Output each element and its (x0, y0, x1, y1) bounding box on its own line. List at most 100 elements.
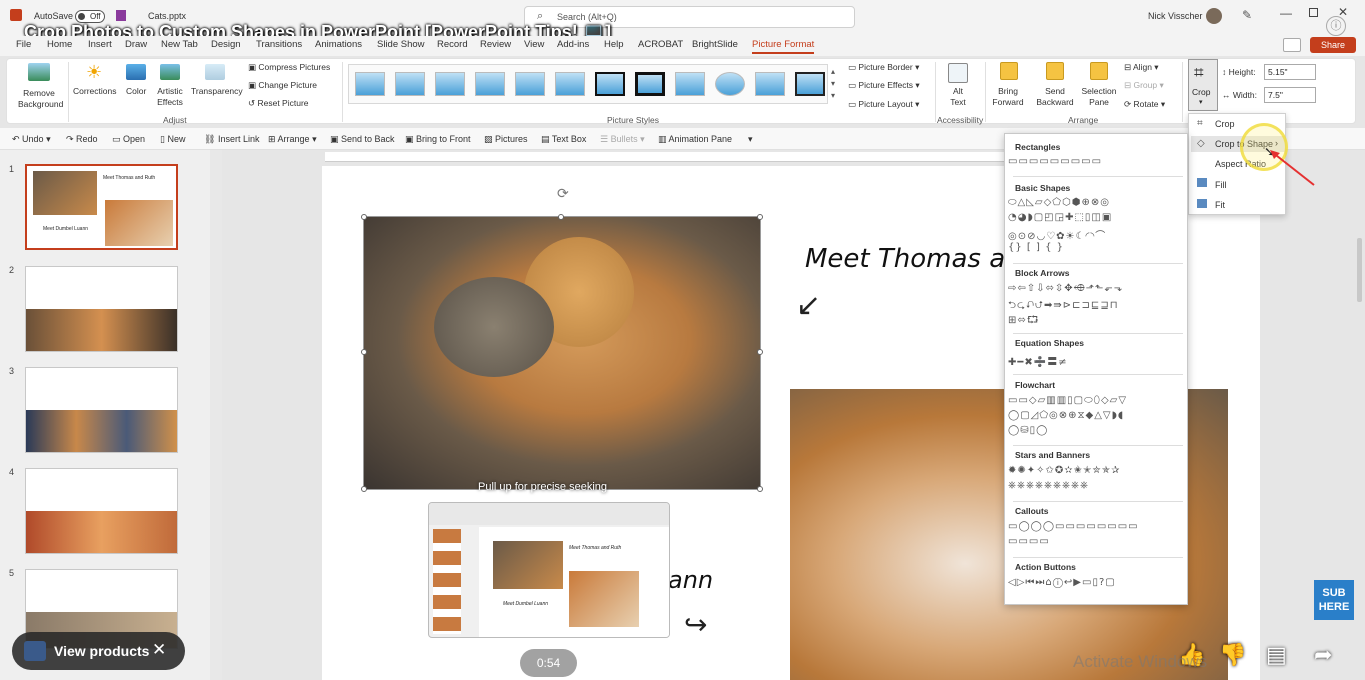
crop-button[interactable]: ⌗ Crop ▾ (1188, 59, 1218, 111)
redo-button[interactable]: ↷ Redo (66, 134, 98, 145)
shapes-row-stars-1[interactable]: ✹✺✦✧✩✪✫✬✭✮✯✰ (1008, 465, 1121, 476)
picture-border-button[interactable]: ▭ Picture Border ▾ (848, 62, 919, 73)
tab-file[interactable]: File (16, 39, 31, 50)
picture-style-9[interactable] (675, 72, 705, 96)
bullets-button[interactable]: ☰ Bullets ▾ (600, 134, 645, 145)
tab-draw[interactable]: Draw (125, 39, 147, 50)
bring-forward-button[interactable]: Bring Forward (988, 86, 1028, 108)
arrange-qa-button[interactable]: ⊞ Arrange ▾ (268, 134, 317, 145)
view-products-button[interactable]: View products ✕ (12, 632, 185, 670)
menu-item-crop[interactable]: Crop (1215, 119, 1235, 129)
tab-brightslide[interactable]: BrightSlide (692, 39, 738, 50)
picture-effects-button[interactable]: ▭ Picture Effects ▾ (848, 80, 920, 91)
tab-design[interactable]: Design (211, 39, 241, 50)
group-button[interactable]: ⊟ Group ▾ (1124, 80, 1164, 91)
height-input[interactable]: 5.15" (1264, 64, 1316, 80)
compress-pictures-button[interactable]: ▣ Compress Pictures (248, 62, 330, 73)
picture-style-1[interactable] (355, 72, 385, 96)
filename[interactable]: Cats.pptx (148, 11, 186, 21)
picture-style-10[interactable] (715, 72, 745, 96)
menu-item-fill[interactable]: Fill (1215, 180, 1227, 190)
tab-view[interactable]: View (524, 39, 544, 50)
slide-thumbnail-2[interactable] (25, 266, 178, 352)
slide-thumbnail-3[interactable] (25, 367, 178, 453)
picture-style-11[interactable] (755, 72, 785, 96)
rotate-button[interactable]: ⟳ Rotate ▾ (1124, 99, 1165, 110)
scrollbar[interactable] (1357, 238, 1362, 302)
tab-add-ins[interactable]: Add-ins (557, 39, 589, 50)
shapes-row-flowchart-3[interactable]: ◯⛁▯◯ (1008, 425, 1048, 436)
slide-heading[interactable]: Meet Thomas a (805, 244, 1005, 274)
user-name[interactable]: Nick Visscher (1148, 11, 1202, 21)
avatar[interactable] (1206, 8, 1222, 24)
picture-style-7[interactable] (595, 72, 625, 96)
picture-style-4[interactable] (475, 72, 505, 96)
minimize-icon[interactable]: — (1280, 6, 1292, 20)
resize-handle[interactable] (361, 349, 367, 355)
subscribe-badge[interactable]: SUB HERE (1314, 580, 1354, 620)
share-arrow-icon[interactable]: ➦ (1314, 642, 1332, 668)
tab-acrobat[interactable]: ACROBAT (638, 39, 683, 50)
picture-style-5[interactable] (515, 72, 545, 96)
text-box-button[interactable]: ▤ Text Box (541, 134, 586, 145)
insert-link-button[interactable]: ⛓ Insert Link (204, 134, 259, 145)
pen-icon[interactable]: ✎ (1242, 8, 1252, 22)
corrections-button[interactable]: Corrections (73, 86, 116, 96)
send-to-back-button[interactable]: ▣ Send to Back (330, 134, 395, 145)
tab-record[interactable]: Record (437, 39, 468, 50)
shapes-row-basic-3[interactable]: ◎⊙⊘◡♡✿☀☾◜◝⌒ (1008, 227, 1106, 242)
align-button[interactable]: ⊟ Align ▾ (1124, 62, 1159, 73)
slide-thumbnail-1[interactable]: Meet Thomas and Ruth Meet Dumbel Luann (25, 164, 178, 250)
remove-background-button[interactable]: Remove Background (18, 88, 63, 110)
cat-photo[interactable] (363, 216, 761, 490)
save-icon[interactable] (116, 10, 126, 21)
tab-review[interactable]: Review (480, 39, 511, 50)
send-backward-button[interactable]: Send Backward (1032, 86, 1078, 108)
resize-handle[interactable] (361, 486, 367, 492)
selection-pane-button[interactable]: Selection Pane (1080, 86, 1118, 108)
shapes-row-callouts-2[interactable]: ▭▭▭▭ (1008, 536, 1050, 547)
shapes-row-basic-1[interactable]: ⬭△◺▱◇⬠⬡⬢⊕⊗◎ (1008, 197, 1110, 208)
tab-help[interactable]: Help (604, 39, 624, 50)
new-button[interactable]: ▯ New (160, 134, 185, 145)
comments-icon[interactable] (1283, 38, 1301, 52)
resize-handle[interactable] (757, 214, 763, 220)
close-icon[interactable]: ✕ (152, 640, 166, 660)
animation-pane-button[interactable]: ▥ Animation Pane (658, 134, 732, 145)
tab-animations[interactable]: Animations (315, 39, 362, 50)
tab-transitions[interactable]: Transitions (256, 39, 302, 50)
change-picture-button[interactable]: ▣ Change Picture (248, 80, 317, 91)
tab-picture-format[interactable]: Picture Format (752, 39, 815, 54)
picture-style-3[interactable] (435, 72, 465, 96)
slide-thumbnail-4[interactable] (25, 468, 178, 554)
picture-style-2[interactable] (395, 72, 425, 96)
pictures-button[interactable]: ▨ Pictures (484, 134, 528, 145)
shapes-row-flowchart-1[interactable]: ▭▭◇▱▥▥▯▢⬭⬯◇▱▽ (1008, 395, 1127, 406)
tab-home[interactable]: Home (47, 39, 72, 50)
resize-handle[interactable] (757, 486, 763, 492)
resize-handle[interactable] (757, 349, 763, 355)
rotate-handle-icon[interactable]: ⟳ (557, 185, 569, 202)
menu-item-fit[interactable]: Fit (1215, 200, 1225, 210)
alt-text-button[interactable]: Alt Text (945, 86, 971, 108)
artistic-effects-button[interactable]: Artistic Effects (152, 86, 188, 108)
shapes-row-rectangles[interactable]: ▭▭▭▭▭▭▭▭▭ (1008, 156, 1102, 167)
reset-picture-button[interactable]: ↺ Reset Picture (248, 98, 309, 109)
shapes-row-flowchart-2[interactable]: ◯▢◿⬠◎⊗⊕⧖◆△▽◗◖ (1008, 410, 1124, 421)
picture-style-6[interactable] (555, 72, 585, 96)
shapes-row-equation[interactable]: ✚━✖➗〓≠ (1008, 353, 1068, 368)
share-button[interactable]: Share (1310, 37, 1356, 53)
picture-style-8[interactable] (635, 72, 665, 96)
shapes-row-basic-4[interactable]: {} [ ] { } (1008, 242, 1064, 253)
tab-insert[interactable]: Insert (88, 39, 112, 50)
tab-slide-show[interactable]: Slide Show (377, 39, 425, 50)
undo-button[interactable]: ↶ Undo ▾ (12, 134, 51, 145)
shapes-row-arrows-1[interactable]: ⇨⇦⇧⇩⬄⇳✥⬲⬏⬑⬐⬎ (1008, 283, 1123, 294)
gallery-scroll[interactable]: ▴ ▾ ▾ (831, 66, 835, 102)
maximize-icon[interactable] (1309, 8, 1318, 17)
shapes-row-arrows-3[interactable]: ⊞⬄⮔ (1008, 313, 1040, 330)
info-icon[interactable]: ⓘ (1326, 16, 1346, 36)
slide-heading-2[interactable]: ann (668, 566, 713, 594)
comment-icon[interactable]: ▤ (1266, 642, 1287, 668)
color-button[interactable]: Color (126, 86, 146, 96)
